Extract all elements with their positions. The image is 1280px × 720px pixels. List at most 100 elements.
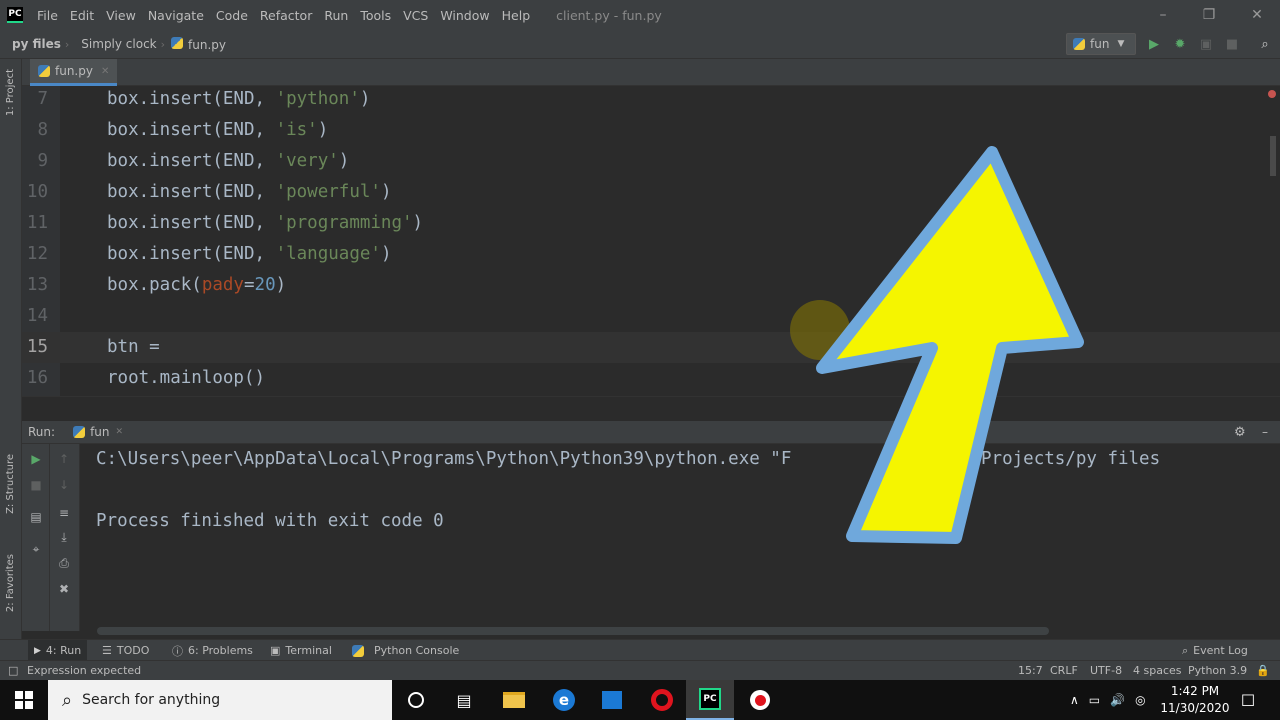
- run-tab-fun[interactable]: fun ✕: [73, 425, 123, 439]
- code-line[interactable]: 8 box.insert(END, 'is'): [22, 115, 1280, 146]
- stop-icon[interactable]: ■: [22, 474, 50, 496]
- line-number: 14: [26, 306, 48, 326]
- run-icon[interactable]: ▶: [1144, 34, 1164, 54]
- hide-panel-icon[interactable]: –: [1262, 425, 1268, 439]
- opera-browser-icon[interactable]: [638, 680, 686, 720]
- breadcrumb-folder[interactable]: Simply clock: [69, 37, 160, 51]
- taskbar-search-box[interactable]: ⌕ Search for anything: [48, 680, 392, 720]
- notifications-icon[interactable]: ☐: [1228, 680, 1268, 720]
- layout-icon[interactable]: ▤: [22, 506, 50, 528]
- print-icon[interactable]: ⎙: [50, 552, 78, 574]
- code-text: box.insert(END, 'language'): [107, 244, 392, 264]
- chevron-up-icon[interactable]: ∧: [1070, 693, 1079, 707]
- favorites-tool-window[interactable]: 2: Favorites: [5, 554, 16, 612]
- volume-icon[interactable]: 🔊: [1110, 693, 1125, 707]
- close-icon[interactable]: ✕: [1234, 0, 1280, 30]
- problems-tool-button[interactable]: ⓘ 6: Problems: [166, 640, 259, 661]
- chevron-down-icon: ▼: [1117, 39, 1125, 49]
- stop-icon[interactable]: ■: [1222, 34, 1242, 54]
- event-log-tool-button[interactable]: ⌕ Event Log: [1176, 640, 1254, 661]
- menu-code[interactable]: Code: [210, 8, 254, 23]
- scroll-to-end-icon[interactable]: ⤓: [50, 526, 78, 548]
- terminal-tool-button[interactable]: ▣ Terminal: [264, 640, 338, 661]
- menu-file[interactable]: File: [31, 8, 64, 23]
- edge-browser-icon[interactable]: e: [540, 680, 588, 720]
- debug-icon[interactable]: ✹: [1170, 34, 1190, 54]
- arrow-up-icon[interactable]: ↑: [50, 448, 78, 470]
- gear-icon[interactable]: ⚙: [1234, 425, 1246, 440]
- search-placeholder: Search for anything: [82, 692, 221, 708]
- menu-navigate[interactable]: Navigate: [142, 8, 210, 23]
- menu-tools[interactable]: Tools: [354, 8, 397, 23]
- code-text: box.insert(END, 'very'): [107, 151, 350, 171]
- python-console-tool-button[interactable]: Python Console: [346, 640, 465, 661]
- store-icon[interactable]: [588, 680, 636, 720]
- menu-edit[interactable]: Edit: [64, 8, 100, 23]
- editor-scrollbar[interactable]: [1270, 136, 1276, 176]
- todo-tool-button[interactable]: ☰ TODO: [96, 640, 155, 661]
- caret-position[interactable]: 15:7: [1018, 661, 1043, 681]
- task-view-icon[interactable]: ▤: [440, 680, 488, 720]
- file-explorer-icon[interactable]: [490, 680, 538, 720]
- code-line[interactable]: 11 box.insert(END, 'programming'): [22, 208, 1280, 239]
- code-line-current[interactable]: 15 btn =: [22, 332, 1280, 363]
- python-console-label: Python Console: [374, 644, 460, 657]
- code-line[interactable]: 10 box.insert(END, 'powerful'): [22, 177, 1280, 208]
- menu-vcs[interactable]: VCS: [397, 8, 434, 23]
- menu-help[interactable]: Help: [496, 8, 537, 23]
- run-console[interactable]: C:\Users\peer\AppData\Local\Programs\Pyt…: [80, 444, 1280, 631]
- menu-run[interactable]: Run: [318, 8, 354, 23]
- run-configuration-select[interactable]: fun ▼: [1066, 33, 1136, 55]
- soft-wrap-icon[interactable]: ≡: [50, 502, 78, 524]
- minimize-icon[interactable]: –: [1140, 0, 1186, 30]
- code-text: box.insert(END, 'powerful'): [107, 182, 392, 202]
- panel-splitter[interactable]: [22, 396, 1280, 421]
- code-line[interactable]: 9 box.insert(END, 'very'): [22, 146, 1280, 177]
- project-tool-window[interactable]: 1: Project: [5, 69, 16, 116]
- window-title: client.py - fun.py: [556, 7, 662, 23]
- close-tab-icon[interactable]: ✕: [101, 66, 109, 77]
- breadcrumb-project[interactable]: py files: [0, 37, 65, 51]
- cortana-icon[interactable]: [392, 680, 440, 720]
- code-line[interactable]: 16 root.mainloop(): [22, 363, 1280, 394]
- code-line[interactable]: 14: [22, 301, 1280, 332]
- python-interpreter[interactable]: Python 3.9: [1188, 661, 1247, 681]
- restore-icon[interactable]: ❐: [1186, 0, 1232, 30]
- status-message: Expression expected: [27, 664, 142, 677]
- search-icon[interactable]: ⌕: [1255, 34, 1275, 54]
- menu-view[interactable]: View: [100, 8, 142, 23]
- error-indicator-icon[interactable]: [1268, 90, 1276, 98]
- code-line[interactable]: 7 box.insert(END, 'python'): [22, 86, 1280, 115]
- code-line[interactable]: 12 box.insert(END, 'language'): [22, 239, 1280, 270]
- line-separator[interactable]: CRLF: [1050, 661, 1078, 681]
- code-editor[interactable]: 7 box.insert(END, 'python') 8 box.insert…: [22, 86, 1280, 396]
- windows-start-button[interactable]: [0, 680, 48, 720]
- menu-refactor[interactable]: Refactor: [254, 8, 318, 23]
- code-line[interactable]: 13 box.pack(pady=20): [22, 270, 1280, 301]
- close-tab-icon[interactable]: ✕: [116, 427, 124, 437]
- network-icon[interactable]: ◎: [1135, 693, 1145, 707]
- menu-window[interactable]: Window: [434, 8, 495, 23]
- pin-icon[interactable]: ⌖: [22, 538, 50, 560]
- arrow-down-icon[interactable]: ↓: [50, 474, 78, 496]
- line-number: 12: [26, 244, 48, 264]
- trash-icon[interactable]: ✖: [50, 578, 78, 600]
- lock-icon[interactable]: 🔒: [1256, 661, 1270, 681]
- console-horizontal-scrollbar[interactable]: [97, 627, 1049, 635]
- rerun-icon[interactable]: ▶: [22, 448, 50, 470]
- line-number: 9: [37, 151, 48, 171]
- structure-tool-window[interactable]: Z: Structure: [5, 454, 16, 514]
- screen-recorder-icon[interactable]: [736, 680, 784, 720]
- breadcrumb-file[interactable]: fun.py: [165, 36, 230, 52]
- indent-setting[interactable]: 4 spaces: [1133, 661, 1182, 681]
- file-encoding[interactable]: UTF-8: [1090, 661, 1122, 681]
- tab-fun-py[interactable]: fun.py ✕: [30, 59, 118, 86]
- code-text: btn =: [107, 337, 160, 357]
- python-icon: [73, 426, 86, 438]
- status-panel-icon[interactable]: □: [8, 661, 18, 681]
- pycharm-taskbar-icon[interactable]: PC: [686, 680, 734, 720]
- run-tool-button[interactable]: ▶ 4: Run: [28, 640, 88, 661]
- coverage-icon[interactable]: ▣: [1196, 34, 1216, 54]
- taskbar-clock[interactable]: 1:42 PM 11/30/2020: [1160, 683, 1230, 717]
- battery-icon[interactable]: ▭: [1089, 693, 1100, 707]
